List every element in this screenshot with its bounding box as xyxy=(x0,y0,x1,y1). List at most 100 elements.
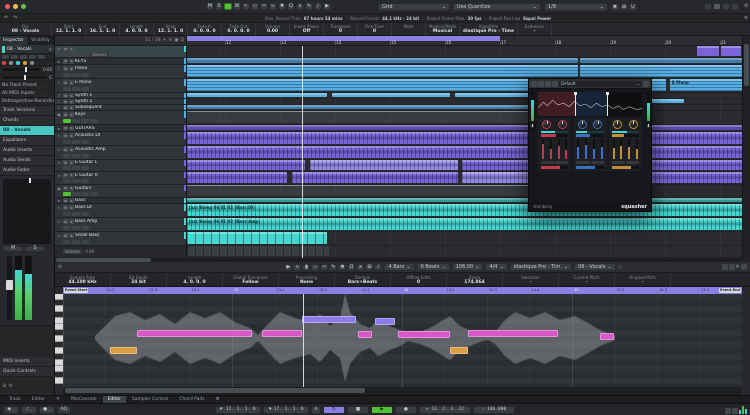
band-threshold-bar[interactable] xyxy=(541,131,569,133)
quantize-preset-select[interactable]: 1/8 ⌄ xyxy=(544,3,608,11)
snap-type-select[interactable]: Grid ⌄ xyxy=(378,3,450,11)
automation-icon[interactable] xyxy=(30,60,34,65)
split-icon[interactable]: ✂ xyxy=(320,263,329,271)
edit-channel-gear-icon[interactable]: ⚙ xyxy=(48,47,52,52)
inserts-state-button[interactable] xyxy=(81,119,89,123)
eq-state-button[interactable] xyxy=(81,52,89,57)
track-row-acoustic-amp[interactable]: ≈ M S Acoustic Amp xyxy=(55,146,186,160)
event[interactable] xyxy=(187,198,742,202)
plugin-menu-icon[interactable] xyxy=(643,80,649,87)
arrange-lane-piano[interactable] xyxy=(187,65,742,79)
band-threshold-bar[interactable] xyxy=(576,131,604,133)
volume-slider[interactable] xyxy=(2,67,42,72)
track-row-track-0[interactable]: ≈ M S Volume xyxy=(55,46,186,58)
edit-channel-button[interactable] xyxy=(63,166,71,171)
band-low-knob-0[interactable] xyxy=(542,120,552,129)
arrange-area[interactable]: E PianoE Piano Jazz Bump 06 01 02 (Bass D… xyxy=(187,46,742,258)
editor-piano-keyboard[interactable] xyxy=(55,294,63,387)
editor-setup-gear-icon[interactable]: ⚙ xyxy=(58,264,62,270)
mute-button[interactable]: M xyxy=(63,80,68,85)
band-in-chip[interactable] xyxy=(611,161,625,164)
arrange-lane-e-guitar-r[interactable] xyxy=(187,172,742,185)
mute-button[interactable]: M xyxy=(63,185,68,191)
mute-button[interactable]: M xyxy=(63,93,68,98)
editor-chip-106-00[interactable]: 106.00 ⌄ xyxy=(451,263,484,271)
event[interactable] xyxy=(187,105,578,109)
band-fader-1[interactable] xyxy=(620,139,623,159)
solo-button[interactable]: S xyxy=(69,125,74,131)
output-gain-knob[interactable] xyxy=(644,123,652,130)
split-tool-icon[interactable]: ✂ xyxy=(260,3,268,10)
object-select-tool-icon[interactable]: ↖ xyxy=(242,3,250,10)
traffic-lights[interactable] xyxy=(5,4,29,9)
cycle-button[interactable]: ↻ xyxy=(323,405,345,414)
event[interactable] xyxy=(310,160,458,170)
play-tool-icon[interactable]: ▶ xyxy=(323,3,331,10)
plugin-write-icon[interactable] xyxy=(545,80,551,87)
band-fader-2[interactable] xyxy=(628,139,631,159)
inserts-state-button[interactable] xyxy=(72,154,80,158)
mute-button[interactable]: M xyxy=(63,125,68,131)
grid-type-select[interactable]: Use Quantize ⌄ xyxy=(453,3,541,11)
inserts-state-button[interactable] xyxy=(81,192,89,197)
track-row-bass-amp[interactable]: ≈ M S Bass Amp xyxy=(55,218,186,232)
undo-icon[interactable]: ↶ xyxy=(4,15,8,21)
editor-ruler[interactable]: 12.2 12.3 12.4 13 13.2 13.3 13.4 14 14.2 14.3 14.4… xyxy=(63,287,742,294)
zoom-icon[interactable]: Q xyxy=(347,263,356,271)
close-button[interactable] xyxy=(5,4,10,9)
state-button-M[interactable]: M xyxy=(206,3,214,10)
inspector-track-title[interactable]: 08 - Vocals ⚙ xyxy=(0,45,54,54)
inspector-section-audio-inserts[interactable]: Audio Inserts xyxy=(0,146,54,156)
eq-state-button[interactable] xyxy=(81,179,89,184)
band-threshold-bar[interactable] xyxy=(611,131,639,133)
track-row-volume[interactable]: Volume -4.89 xyxy=(55,246,186,258)
inspector-section-equalizers[interactable]: Equalizers xyxy=(0,136,54,146)
solo-button[interactable]: S xyxy=(69,185,74,191)
mute-button[interactable]: M xyxy=(63,219,68,224)
eq-state-button[interactable] xyxy=(90,119,98,123)
fader-mute-button[interactable]: M xyxy=(3,245,23,252)
zone-right-icon[interactable] xyxy=(728,264,735,270)
layout-button-2[interactable] xyxy=(722,3,730,10)
edit-channel-button[interactable] xyxy=(63,179,71,184)
arrange-lane-e-piano[interactable]: E PianoE Piano xyxy=(187,79,742,93)
inspector-section-midi-inserts[interactable]: MIDI Inserts xyxy=(0,357,54,367)
inspector-section-chords[interactable]: Chords xyxy=(0,116,54,126)
redo-icon[interactable]: ↷ xyxy=(13,15,17,21)
inserts-state-button[interactable] xyxy=(72,240,80,244)
speaker-icon[interactable]: ◁ xyxy=(618,264,622,270)
variaudio-segment-1[interactable] xyxy=(137,330,252,337)
solo-button[interactable]: S xyxy=(69,160,74,166)
editor-track-select[interactable]: 08 - Vocals ⌄ xyxy=(574,263,616,271)
mute-button[interactable]: M xyxy=(63,105,68,110)
mute-icon[interactable]: x xyxy=(356,263,365,271)
solo-button[interactable]: S xyxy=(69,172,74,178)
state-button-W[interactable]: W xyxy=(233,3,241,10)
erase-tool-icon[interactable]: ✖ xyxy=(278,3,286,10)
input-gain-knob[interactable] xyxy=(528,123,536,130)
channel-fader-handle[interactable] xyxy=(6,280,13,290)
inserts-state-button[interactable] xyxy=(72,166,80,171)
band-high-knob-1[interactable] xyxy=(628,120,638,129)
eq-state-button[interactable] xyxy=(81,240,89,244)
arrange-lane-volume[interactable] xyxy=(187,246,742,258)
band-fader-2[interactable] xyxy=(592,139,595,159)
inspector-section-track-versions[interactable]: Track Versions xyxy=(0,106,54,116)
solo-button[interactable]: S xyxy=(69,112,74,117)
editor-gear-icon[interactable]: ⚙ xyxy=(736,264,740,270)
variaudio-segment-9[interactable] xyxy=(600,333,614,340)
solo-button[interactable]: S xyxy=(69,198,74,203)
edit-channel-button[interactable] xyxy=(63,73,71,77)
edit-channel-button[interactable] xyxy=(63,87,71,91)
control-room-icon[interactable] xyxy=(725,408,731,414)
event-jazz-bump-06-01-02-bass-amp-[interactable]: Jazz Bump 06 01 02 (Bass Amp) xyxy=(187,218,742,230)
variaudio-segment-6[interactable] xyxy=(398,331,450,338)
glue-tool-icon[interactable]: ∪ xyxy=(269,3,277,10)
solo-button[interactable]: S xyxy=(69,46,74,52)
solo-button[interactable]: S xyxy=(69,133,74,138)
band-in-chip[interactable] xyxy=(576,161,590,164)
event[interactable] xyxy=(580,58,742,63)
band-in-chip[interactable] xyxy=(541,161,555,164)
mute-button[interactable]: M xyxy=(63,172,68,178)
pan-slider[interactable] xyxy=(2,75,48,80)
